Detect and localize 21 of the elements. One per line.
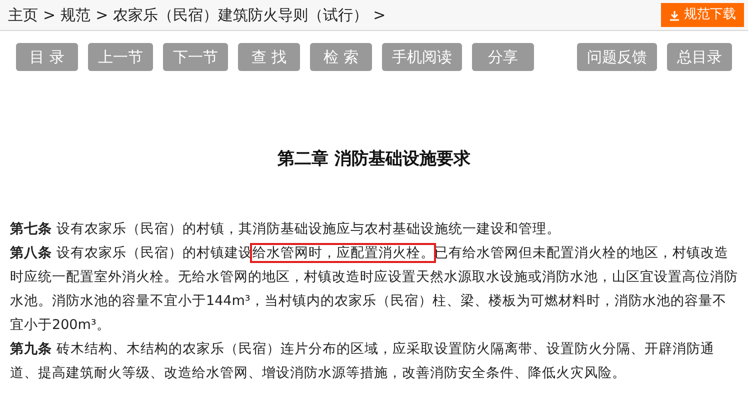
- download-button[interactable]: 规范下载: [661, 3, 744, 27]
- toolbar-button[interactable]: 手机阅读: [382, 43, 462, 71]
- toolbar-button[interactable]: 查 找: [238, 43, 300, 71]
- breadcrumb-separator: >: [96, 4, 108, 26]
- toolbar-button[interactable]: 检 索: [310, 43, 372, 71]
- breadcrumb-link[interactable]: 规范: [60, 4, 91, 26]
- toolbar-button[interactable]: 目 录: [16, 43, 78, 71]
- toolbar-button[interactable]: 下一节: [163, 43, 228, 71]
- article-paragraph: 第九条 砖木结构、木结构的农家乐（民宿）连片分布的区域，应采取设置防火隔离带、设置防火分隔、开辟消防通道、提高建筑耐火等级、改造给水管网、增设消防水源等措施，改善消防安全条件、降低火灾风险。: [10, 340, 716, 382]
- breadcrumb-separator: >: [43, 4, 56, 26]
- breadcrumb-link[interactable]: 农家乐（民宿）建筑防火导则（试行）: [113, 4, 368, 26]
- breadcrumb-separator: >: [373, 4, 386, 26]
- download-icon: [669, 10, 680, 20]
- article-paragraph: 第七条 设有农家乐（民宿）的村镇，其消防基础设施应与农村基础设施统一建设和管理。: [10, 220, 562, 238]
- toolbar-button[interactable]: 总目录: [667, 43, 732, 71]
- toolbar-button[interactable]: 问题反馈: [577, 43, 657, 71]
- breadcrumb-link[interactable]: 主页: [8, 4, 38, 26]
- chapter-title: 第二章 消防基础设施要求: [276, 148, 472, 171]
- toolbar-button[interactable]: 分享: [472, 43, 534, 71]
- toolbar-button[interactable]: 上一节: [88, 43, 153, 71]
- article-paragraph: 第八条 设有农家乐（民宿）的村镇建设给水管网时，应配置消火栓。已有给水管网但未配置消火栓的地区，村镇改造时应统一配置室外消火栓。无给水管网的地区，村镇改造时应设置天然水源取水设施或消防水池，山区宜设置高位消防水池。消防水池的容量不宜小于144m³，当村镇内的农家乐（民宿）柱、梁、楼板为可燃材料时，消防水池的容量不宜小于200m³。: [10, 244, 738, 334]
